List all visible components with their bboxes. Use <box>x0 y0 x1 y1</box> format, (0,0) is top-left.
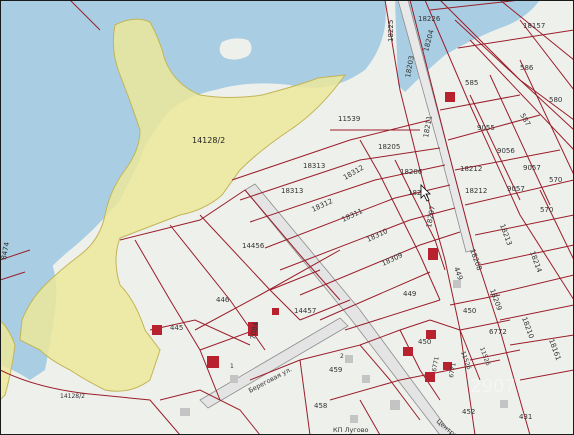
parcel-label: 586 <box>520 64 534 72</box>
parcel-label: 14456 <box>242 242 265 250</box>
building <box>403 347 413 356</box>
parcel-label: 585 <box>465 79 478 87</box>
parcel-label: 9057 <box>507 185 525 193</box>
cadastral-map[interactable]: 18226 18157 18225 18204 18203 586 585 58… <box>0 0 574 435</box>
building <box>272 308 279 315</box>
building <box>345 355 353 363</box>
parcel-label: 449 <box>403 290 416 298</box>
zone-label: 14128/2 <box>60 393 85 400</box>
building <box>453 280 461 288</box>
parcel-label: 18226 <box>418 15 441 23</box>
parcel-label: 450 <box>463 307 476 315</box>
parcel-label: 458 <box>314 402 327 410</box>
building <box>390 400 400 410</box>
building <box>425 372 435 382</box>
building <box>445 92 455 102</box>
watermark: 2907 <box>470 376 516 397</box>
zone-label: 14128/2 <box>192 136 225 145</box>
building <box>500 400 508 408</box>
parcel-label: 18157 <box>523 22 545 30</box>
building <box>230 375 238 383</box>
parcel-label: 11539 <box>338 115 360 123</box>
parcel-label: 9057 <box>523 164 541 172</box>
parcel-label: 431 <box>519 413 532 421</box>
parcel-label: 182 <box>408 189 421 197</box>
parcel-label: 570 <box>549 176 562 184</box>
street-label-lugovoe: КП Лугово <box>333 426 369 434</box>
parcel-label: 18225 <box>387 20 395 42</box>
parcel-label: 445 <box>170 324 183 332</box>
parcel-label: 14457 <box>294 307 316 315</box>
parcel-label: 1 <box>230 363 234 370</box>
parcel-label: 446 <box>216 296 230 304</box>
building <box>180 408 190 416</box>
parcel-label: 570 <box>540 206 553 214</box>
parcel-label: 459 <box>329 366 342 374</box>
parcel-label: 18205 <box>378 143 400 151</box>
parcel-label: 6772 <box>489 328 507 336</box>
parcel-label: 18206 <box>400 168 423 176</box>
map-canvas[interactable]: 18226 18157 18225 18204 18203 586 585 58… <box>0 0 574 435</box>
building <box>362 375 370 383</box>
island <box>219 38 252 60</box>
parcel-label: 9055 <box>477 124 495 132</box>
parcel-label: 450 <box>418 338 431 346</box>
parcel-label: 18212 <box>465 187 487 195</box>
parcel-label: 2 <box>340 353 344 360</box>
building <box>207 356 219 368</box>
parcel-label: 9056 <box>497 147 515 155</box>
parcel-label: 580 <box>549 96 562 104</box>
parcel-label: 452 <box>462 408 475 416</box>
building <box>152 325 162 335</box>
parcel-label: 18313 <box>281 187 303 195</box>
parcel-label: 18313 <box>303 162 325 170</box>
parcel-label: 18212 <box>460 165 482 173</box>
building <box>428 248 438 260</box>
building <box>350 415 358 423</box>
